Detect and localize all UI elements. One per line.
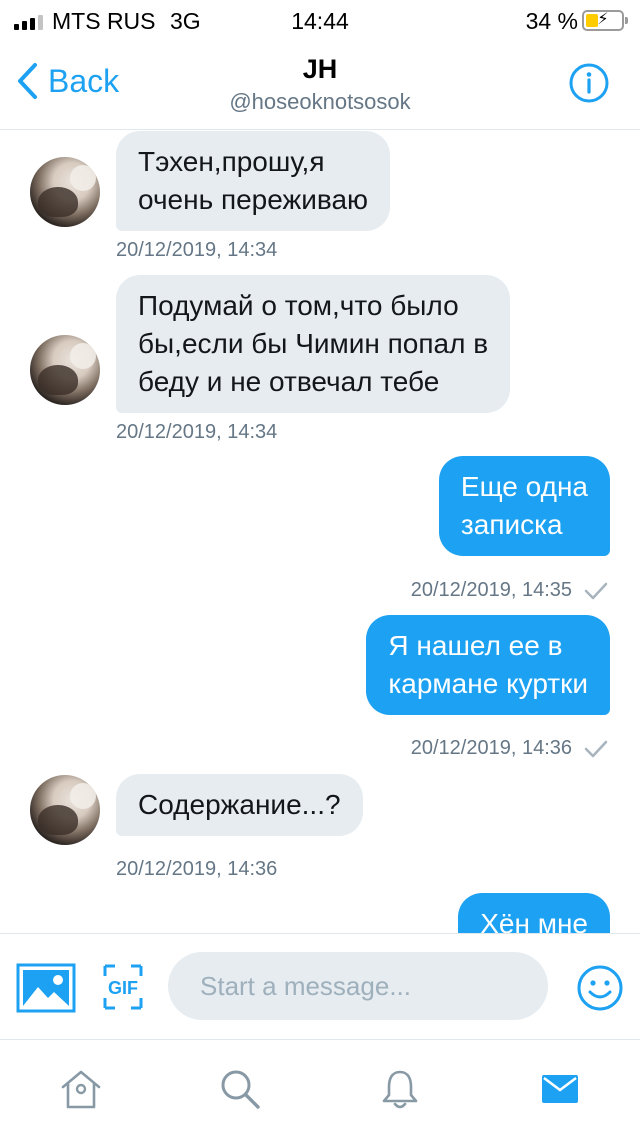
message-line: Я нашел ее в [388,630,563,661]
emoji-button[interactable] [576,964,624,1017]
message-line: бы,если бы Чимин попал в [138,328,489,359]
message-timestamp-row: 20/12/2019, 14:35 [411,579,608,602]
gif-button[interactable]: GIF [102,963,144,1016]
message-bubble-outgoing[interactable]: Еще одна записка [438,456,610,556]
message-timestamp: 20/12/2019, 14:35 [410,579,572,601]
message-list[interactable]: Тэхен,прошу,я очень переживаю 20/12/2019… [0,131,640,933]
tab-search[interactable] [215,1064,265,1114]
avatar[interactable] [30,775,100,845]
tab-messages[interactable] [535,1064,585,1114]
tab-bar [0,1039,640,1136]
message-line: Еще одна [460,471,588,502]
message-input[interactable] [168,952,548,1020]
gif-icon: GIF [103,964,143,1010]
conversation-header: Back JH @hoseoknotsosok [0,40,640,130]
battery-charging-icon: ⚡ [582,10,628,31]
avatar[interactable] [30,157,100,227]
home-icon [61,1070,101,1109]
message-line: беду и не отвечал тебе [138,366,440,397]
conversation-handle: @hoseoknotsosok [229,89,411,114]
message-bubble-incoming[interactable]: Подумай о том,что было бы,если бы Чимин … [116,275,511,413]
emoji-icon [577,965,623,1011]
conversation-title: JH [302,54,338,84]
message-composer: GIF [0,933,640,1039]
info-button[interactable] [568,62,610,109]
message-timestamp: 20/12/2019, 14:36 [410,737,572,759]
message-timestamp: 20/12/2019, 14:34 [116,421,278,443]
conversation-title-area[interactable]: JH @hoseoknotsosok [0,54,640,115]
message-bubble-incoming[interactable]: Содержание...? [116,774,363,836]
gif-label: GIF [108,978,138,998]
status-bar: MTS RUS 3G 14:44 34 % ⚡ [0,0,640,40]
image-icon [16,963,76,1013]
tab-notifications[interactable] [375,1064,425,1114]
search-icon [221,1070,260,1109]
message-timestamp: 20/12/2019, 14:36 [116,858,278,880]
message-line: записка [460,509,563,540]
message-line: Подумай о том,что было [138,290,459,321]
add-photo-button[interactable] [16,963,76,1018]
message-line: Хён мне [480,908,588,933]
message-bubble-outgoing[interactable]: Я нашел ее в кармане куртки [366,615,610,715]
message-line: Содержание...? [138,789,341,820]
mail-icon [542,1075,578,1103]
message-line: кармане куртки [388,668,588,699]
message-line: очень переживаю [138,184,369,215]
message-timestamp-row: 20/12/2019, 14:36 [411,737,608,760]
message-bubble-outgoing[interactable]: Хён мне [458,893,610,933]
info-icon [569,63,609,103]
bell-icon [382,1070,418,1109]
message-line: Тэхен,прошу,я [138,146,325,177]
message-bubble-incoming[interactable]: Тэхен,прошу,я очень переживаю [116,131,391,231]
message-timestamp: 20/12/2019, 14:34 [116,239,278,261]
checkmark-icon [584,582,608,599]
tab-home[interactable] [56,1064,106,1114]
checkmark-icon [584,740,608,757]
battery-percent: 34 % [525,8,578,34]
avatar[interactable] [30,335,100,405]
